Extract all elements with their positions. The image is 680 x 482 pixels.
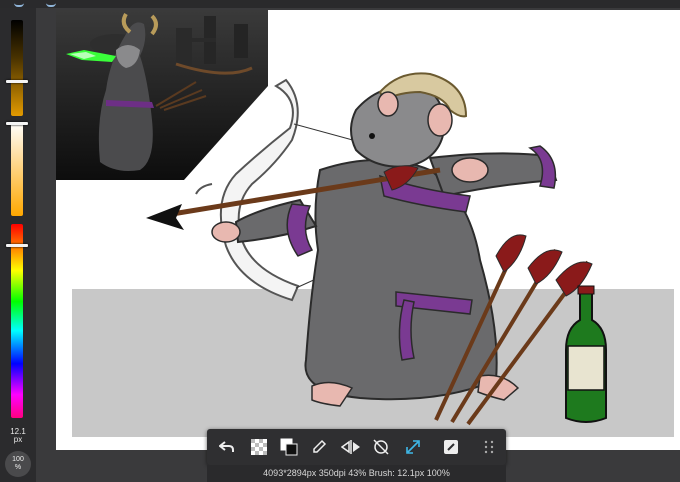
rotation-lock-button[interactable] <box>369 435 393 459</box>
undo-icon <box>219 441 234 452</box>
more-options-button[interactable] <box>477 435 501 459</box>
eyedropper-button[interactable] <box>307 435 331 459</box>
transparency-layer-button[interactable] <box>247 435 271 459</box>
symmetry-icon <box>341 440 360 454</box>
symmetry-button[interactable] <box>339 435 363 459</box>
edit-layer-button[interactable] <box>439 435 463 459</box>
rotation-lock-icon <box>373 439 389 455</box>
artwork-layer <box>146 72 607 426</box>
grid-dots-icon <box>484 440 494 454</box>
expand-icon <box>406 440 420 454</box>
checkerboard-icon <box>251 439 267 455</box>
pencil-square-icon <box>444 440 458 454</box>
status-bar: 4093*2894px 350dpi 43% Brush: 12.1px 100… <box>207 465 506 482</box>
color-swap-button[interactable] <box>277 435 301 459</box>
color-swatch-icon <box>280 438 298 456</box>
fit-to-screen-button[interactable] <box>401 435 425 459</box>
undo-button[interactable] <box>215 435 239 459</box>
eyedropper-icon <box>313 439 327 453</box>
bottom-toolbar <box>207 429 506 465</box>
